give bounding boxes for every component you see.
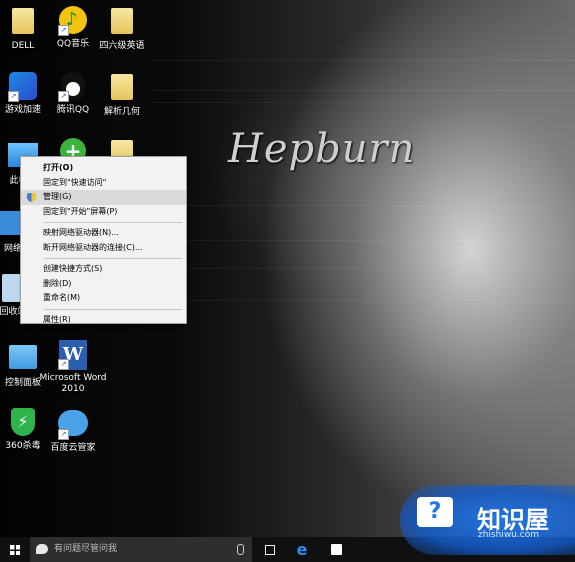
- search-box[interactable]: 有问题尽管问我: [30, 537, 252, 562]
- menu-item-disconnect-network-drive[interactable]: 断开网络驱动器的连接(C)...: [21, 241, 186, 256]
- shortcut-arrow-icon: ↗: [58, 429, 69, 440]
- icon-label: 百度云管家: [50, 443, 96, 453]
- watermark-logo-icon: ?: [417, 497, 453, 527]
- icon-label: 解析几何: [103, 107, 140, 117]
- menu-item-map-network-drive[interactable]: 映射网络驱动器(N)...: [21, 226, 186, 241]
- edge-button[interactable]: e: [288, 537, 316, 562]
- menu-item-rename[interactable]: 重命名(M): [21, 291, 186, 306]
- menu-separator: [43, 222, 182, 223]
- menu-item-manage[interactable]: 管理(G): [21, 190, 186, 205]
- task-view-icon: [265, 545, 275, 555]
- shortcut-arrow-icon: ↗: [58, 91, 69, 102]
- context-menu: 打开(O) 固定到"快速访问" 管理(G) 固定到"开始"屏幕(P) 映射网络驱…: [20, 156, 187, 324]
- menu-item-pin-quick-access[interactable]: 固定到"快速访问": [21, 176, 186, 191]
- desktop-icon-baidu-cloud[interactable]: ↗ 百度云管家: [38, 408, 108, 454]
- windows-logo-icon: [10, 545, 20, 555]
- store-icon: [331, 544, 342, 555]
- watermark-url: zhishiwu.com: [478, 530, 539, 540]
- cortana-icon: [36, 544, 48, 554]
- desktop-icon-analytic-geometry[interactable]: 解析几何: [87, 72, 157, 118]
- menu-item-pin-start[interactable]: 固定到"开始"屏幕(P): [21, 205, 186, 220]
- search-placeholder: 有问题尽管问我: [54, 544, 118, 554]
- start-button[interactable]: [0, 537, 30, 562]
- desktop-icon-cet-english[interactable]: 四六级英语: [87, 6, 157, 52]
- edge-icon: e: [296, 540, 308, 559]
- menu-item-open[interactable]: 打开(O): [21, 161, 186, 176]
- shortcut-arrow-icon: ↗: [8, 91, 19, 102]
- icon-label: 四六级英语: [99, 41, 145, 51]
- task-view-button[interactable]: [256, 537, 284, 562]
- file-icon: [111, 74, 133, 100]
- menu-separator: [43, 258, 182, 259]
- desktop: Hepburn DELL ↗ 游戏加速 此电脑 网络 回收站 控制面板 ⚡ 36…: [0, 0, 575, 537]
- folder-icon: [12, 8, 34, 34]
- store-button[interactable]: [322, 537, 350, 562]
- menu-separator: [43, 308, 182, 310]
- menu-item-delete[interactable]: 删除(D): [21, 277, 186, 292]
- wallpaper-text: Hepburn: [228, 126, 416, 172]
- file-icon: [111, 8, 133, 34]
- control-panel-icon: [9, 345, 37, 369]
- shield-icon: ⚡: [11, 408, 35, 436]
- menu-item-label: 管理(G): [43, 192, 72, 201]
- shortcut-arrow-icon: ↗: [58, 25, 69, 36]
- icon-label: Microsoft Word 2010: [39, 373, 107, 394]
- watermark: ? 知识屋 zhishiwu.com: [400, 485, 575, 562]
- shortcut-arrow-icon: ↗: [58, 359, 69, 370]
- menu-item-create-shortcut[interactable]: 创建快捷方式(S): [21, 262, 186, 277]
- menu-item-properties[interactable]: 属性(R): [21, 313, 186, 328]
- desktop-icon-word-2010[interactable]: W ↗ Microsoft Word 2010: [38, 340, 108, 395]
- uac-shield-icon: [27, 193, 36, 202]
- microphone-icon[interactable]: [237, 544, 244, 555]
